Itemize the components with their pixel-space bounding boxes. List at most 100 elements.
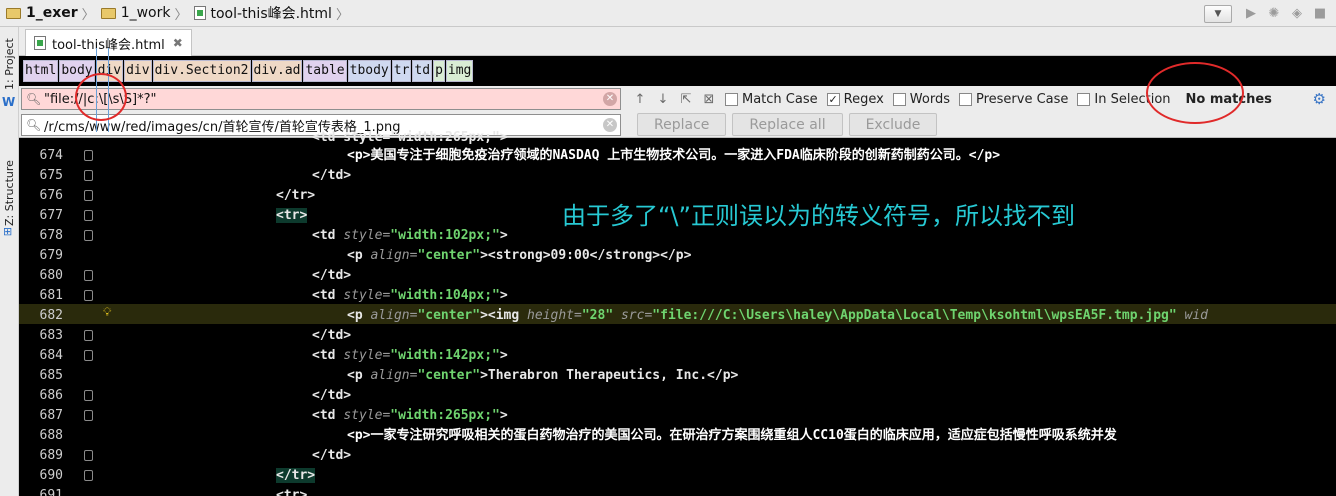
code-text: <p>一家专注研究呼吸相关的蛋白药物治疗的美国公司。在研治疗方案围绕重组人CC1… bbox=[347, 428, 1117, 443]
code-text: <p bbox=[347, 248, 363, 263]
editor-tab-row: tool-this峰会.html ✖ bbox=[19, 27, 1336, 56]
next-occurrence-icon[interactable]: ↓ bbox=[656, 92, 670, 107]
annotation-circle bbox=[75, 73, 127, 121]
code-text: > bbox=[499, 348, 508, 363]
tag-crumb[interactable]: table bbox=[303, 60, 347, 82]
code-line: <td style="width:265px;"> bbox=[312, 406, 1336, 426]
run-toolbar: ▼ ▶ ✺ ◈ ■ bbox=[1204, 0, 1336, 27]
code-line: <tr> bbox=[276, 486, 1336, 496]
annotation-circle bbox=[1146, 62, 1244, 124]
code-text: <p bbox=[347, 368, 363, 383]
code-line: <p>一家专注研究呼吸相关的蛋白药物治疗的美国公司。在研治疗方案围绕重组人CC1… bbox=[347, 426, 1336, 446]
tag-crumb[interactable]: tr bbox=[391, 60, 412, 82]
chevron-right-icon: 〉 bbox=[174, 7, 188, 23]
breadcrumb-item-1-exer[interactable]: 1_exer 〉 bbox=[0, 0, 101, 27]
tag-crumb[interactable]: div.Section2 bbox=[152, 60, 251, 82]
html-file-icon bbox=[34, 36, 46, 50]
search-history-icon[interactable]: 🔍︎ bbox=[26, 92, 41, 106]
clear-search-icon[interactable]: ✕ bbox=[603, 92, 617, 106]
replace-button[interactable]: Replace bbox=[637, 113, 727, 136]
coverage-icon[interactable]: ◈ bbox=[1289, 6, 1305, 21]
chevron-right-icon: 〉 bbox=[335, 7, 349, 23]
checkbox-box[interactable] bbox=[958, 92, 972, 106]
run-icon[interactable]: ▶ bbox=[1243, 6, 1259, 21]
checkbox-label: Words bbox=[909, 91, 950, 107]
annotation-text: 由于多了“\”正则误以为的转义符号，所以找不到 bbox=[562, 202, 1075, 230]
code-text: style= bbox=[343, 228, 391, 243]
close-icon[interactable]: ✖ bbox=[173, 36, 183, 50]
stop-icon[interactable]: ■ bbox=[1312, 6, 1328, 21]
checkbox-label: Match Case bbox=[742, 91, 818, 107]
code-line: <td style="width:142px;"> bbox=[312, 346, 1336, 366]
tag-crumb[interactable]: tbody bbox=[347, 60, 391, 82]
breadcrumb-item-1-work[interactable]: 1_work 〉 bbox=[100, 0, 194, 27]
tag-crumb[interactable]: p bbox=[433, 60, 445, 82]
exclude-button[interactable]: Exclude bbox=[848, 113, 938, 136]
code-text: ><strong>09:00</strong></p> bbox=[480, 248, 692, 263]
code-text: "center" bbox=[417, 248, 481, 263]
tag-crumb[interactable]: td bbox=[412, 60, 433, 82]
breadcrumb-item-file[interactable]: tool-this峰会.html 〉 bbox=[193, 0, 355, 27]
find-replace-panel: 🔍︎ "file://|c:\[\s\S]*?" ✕ 🔍︎ /r/cms/www… bbox=[19, 86, 1336, 138]
code-text: </td> bbox=[312, 448, 352, 463]
code-text: <tr> bbox=[276, 208, 308, 223]
words-checkbox[interactable]: Words bbox=[892, 91, 950, 107]
clear-replace-icon[interactable]: ✕ bbox=[603, 118, 617, 132]
replace-buttons: Replace Replace all Exclude bbox=[637, 113, 938, 136]
debug-icon[interactable]: ✺ bbox=[1266, 6, 1282, 21]
code-text: </td> bbox=[312, 268, 352, 283]
checkbox-box[interactable] bbox=[892, 92, 906, 106]
code-line: </td> bbox=[312, 166, 1336, 186]
select-all-occurrences-icon[interactable]: ⇱ bbox=[679, 92, 693, 107]
code-text: "width:104px;" bbox=[390, 288, 500, 303]
code-text: <p>美国专注于细胞免疫治疗领域的NASDAQ 上市生物技术公司。一家进入FDA… bbox=[347, 148, 1001, 163]
settings-gear-icon[interactable]: ⚙ bbox=[1313, 90, 1326, 108]
code-text: </tr> bbox=[276, 468, 316, 483]
breadcrumb-label: tool-this峰会.html bbox=[210, 6, 332, 22]
dropdown-icon[interactable]: ▼ bbox=[1204, 4, 1232, 23]
code-text: style= bbox=[343, 408, 391, 423]
breadcrumb-label: 1_exer bbox=[26, 5, 78, 21]
code-line: </td> bbox=[312, 386, 1336, 406]
code-line: <td style="width:104px;"> bbox=[312, 286, 1336, 306]
checkbox-box[interactable] bbox=[1077, 92, 1091, 106]
previous-occurrence-icon[interactable]: ↑ bbox=[633, 92, 647, 107]
replace-all-button[interactable]: Replace all bbox=[732, 113, 843, 136]
code-text: <td bbox=[312, 228, 336, 243]
code-line: <p align="center"><strong>09:00</strong>… bbox=[347, 246, 1336, 266]
folder-icon bbox=[6, 7, 21, 19]
code-text: "width:142px;" bbox=[390, 348, 500, 363]
lightbulb-icon[interactable]: 💡︎ bbox=[103, 305, 111, 320]
code-text: </td> bbox=[312, 168, 352, 183]
tag-crumb[interactable]: html bbox=[23, 60, 59, 82]
tag-crumb[interactable]: img bbox=[445, 60, 474, 82]
tag-crumb[interactable]: div.ad bbox=[251, 60, 303, 82]
code-line: </tr> bbox=[276, 466, 1336, 486]
code-text: > bbox=[499, 228, 508, 243]
preserve-case-checkbox[interactable]: Preserve Case bbox=[958, 91, 1069, 107]
code-text: "center" bbox=[417, 368, 481, 383]
tag-crumb[interactable]: div bbox=[124, 60, 152, 82]
code-text: style= bbox=[343, 348, 391, 363]
match-case-checkbox[interactable]: Match Case bbox=[725, 92, 818, 107]
web-icon[interactable]: W bbox=[2, 95, 15, 109]
breadcrumb-label: 1_work bbox=[120, 5, 171, 21]
chevron-right-icon: 〉 bbox=[81, 7, 95, 23]
code-text: <td bbox=[312, 288, 336, 303]
code-text: <td bbox=[312, 348, 336, 363]
checkbox-label: Preserve Case bbox=[975, 91, 1069, 107]
filter-icon[interactable]: ⊠ bbox=[702, 92, 716, 107]
code-text: "width:102px;" bbox=[390, 228, 500, 243]
structure-icon: ⊞ bbox=[3, 225, 13, 238]
code-line: <p>美国专注于细胞免疫治疗领域的NASDAQ 上市生物技术公司。一家进入FDA… bbox=[347, 146, 1336, 166]
html-file-icon bbox=[193, 6, 206, 20]
regex-checkbox[interactable]: ✓ Regex bbox=[826, 92, 884, 107]
code-text: > bbox=[499, 408, 508, 423]
checkbox-box[interactable] bbox=[725, 92, 738, 106]
project-tool-tab[interactable]: 1: Project bbox=[1, 35, 18, 93]
replace-history-icon[interactable]: 🔍︎ bbox=[26, 118, 41, 132]
structure-tool-tab[interactable]: Z: Structure bbox=[1, 153, 18, 233]
checkbox-box[interactable]: ✓ bbox=[826, 92, 840, 106]
code-text: align= bbox=[370, 368, 418, 383]
current-line-highlight bbox=[19, 304, 1336, 324]
